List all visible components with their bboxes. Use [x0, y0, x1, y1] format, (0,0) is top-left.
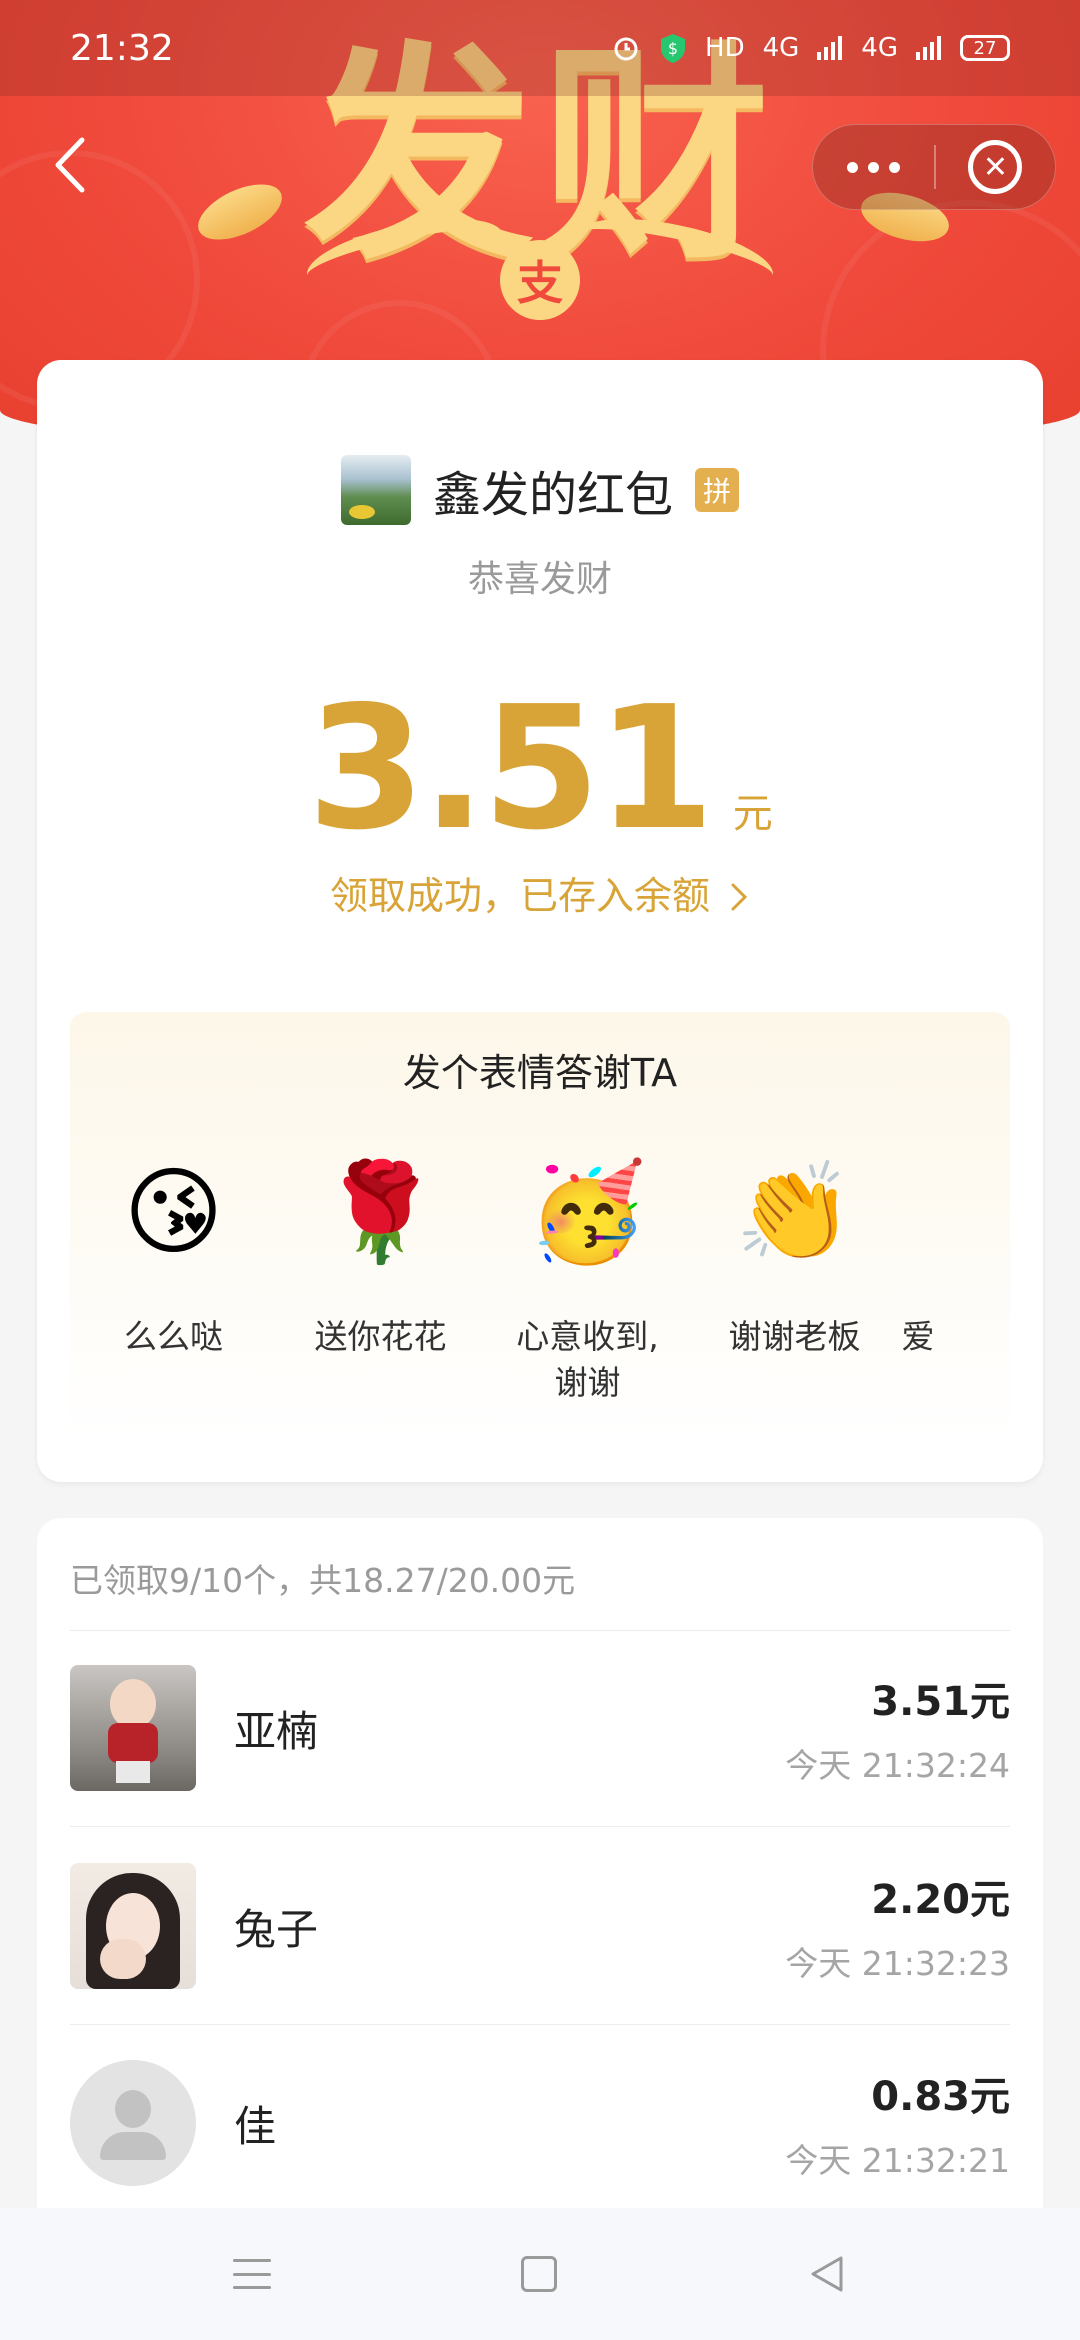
receiver-info: 3.51元 今天 21:32:24: [785, 1669, 1010, 1787]
alarm-icon: [611, 33, 641, 63]
receiver-amount: 0.83元: [871, 2074, 1010, 2120]
receiver-name: 亚楠: [234, 1706, 319, 1756]
status-icons: $ HD 4G 4G 27: [611, 32, 1010, 64]
shield-icon: $: [659, 32, 687, 64]
status-bar: 21:32 $ HD 4G 4G 27: [0, 0, 1080, 96]
status-time: 21:32: [70, 27, 174, 69]
receiver-name: 佳: [234, 2101, 277, 2151]
divider: [70, 1826, 1010, 1827]
emoji-label: 送你花花: [314, 1317, 447, 1356]
thanks-panel: 发个表情答谢TA 😘 么么哒 🌹 送你花花 🥳 心意收到, 谢谢 👏 谢谢老板 …: [70, 1012, 1010, 1442]
kiss-face-icon: 😘: [123, 1156, 224, 1268]
chevron-left-icon: [55, 137, 85, 193]
red-packet-card: 鑫发的红包 拼 恭喜发财 3.51 元 领取成功，已存入余额 发个表情答谢TA …: [37, 360, 1043, 1482]
receiver-info: 2.20元 今天 21:32:23: [785, 1867, 1010, 1985]
receiver-time: 今天 21:32:23: [785, 1944, 1010, 1983]
partial-item-icon: [898, 1152, 938, 1272]
thanks-title: 发个表情答谢TA: [402, 1051, 678, 1095]
receiver-amount: 2.20元: [871, 1877, 1010, 1923]
balance-link-label: 领取成功，已存入余额: [329, 874, 710, 918]
back-triangle-icon[interactable]: [807, 2254, 847, 2294]
party-face-icon: 🥳: [527, 1156, 648, 1268]
more-dots-icon: [847, 161, 858, 173]
rose-icon: 🌹: [320, 1156, 441, 1268]
close-icon: ✕: [968, 140, 1023, 194]
more-dot: [868, 161, 879, 173]
avatar: [70, 1863, 196, 1989]
more-dot: [889, 161, 900, 173]
alipay-logo-icon: 支: [500, 240, 580, 320]
emoji-label: 心意收到, 谢谢: [516, 1317, 659, 1402]
emoji-label: 爱: [901, 1317, 935, 1356]
close-button[interactable]: ✕: [936, 124, 1055, 210]
receivers-summary: 已领取9/10个，共18.27/20.00元: [70, 1561, 576, 1600]
signal-4g-icon-2: 4G: [861, 33, 898, 63]
signal-4g-icon: 4G: [762, 33, 800, 63]
back-button[interactable]: [40, 130, 100, 200]
receiver-time: 今天 21:32:21: [785, 2141, 1010, 2180]
emoji-item-partial[interactable]: 爱: [898, 1152, 938, 1406]
default-avatar-icon: [70, 2060, 196, 2186]
signal-bars-icon-2: [916, 36, 942, 60]
hd-label: HD: [705, 33, 745, 63]
emoji-item-rose[interactable]: 🌹 送你花花: [277, 1152, 484, 1406]
receiver-time: 今天 21:32:24: [785, 1746, 1010, 1785]
amount-row: 3.51 元: [37, 670, 1043, 868]
list-item[interactable]: 亚楠 3.51元 今天 21:32:24: [70, 1630, 1010, 1826]
signal-bars-icon: [817, 36, 843, 60]
receiver-amount: 3.51元: [871, 1679, 1010, 1725]
sender-avatar[interactable]: [340, 455, 411, 525]
emoji-item-clap[interactable]: 👏 谢谢老板: [691, 1152, 898, 1406]
sender-name: 鑫发的红包: [432, 467, 673, 523]
system-nav-bar: [0, 2208, 1080, 2340]
home-icon[interactable]: [521, 2256, 557, 2292]
emoji-item-kiss[interactable]: 😘 么么哒: [70, 1152, 277, 1406]
sender-row: 鑫发的红包 拼: [37, 455, 1043, 525]
clapping-hands-icon: 👏: [734, 1156, 855, 1268]
amount-unit: 元: [732, 791, 773, 837]
emoji-label: 谢谢老板: [728, 1317, 861, 1356]
mini-program-capsule: ✕: [812, 124, 1056, 210]
avatar: [70, 1665, 196, 1791]
receiver-name: 兔子: [234, 1904, 319, 1954]
svg-text:$: $: [668, 39, 678, 58]
emoji-item-party[interactable]: 🥳 心意收到, 谢谢: [484, 1152, 691, 1406]
battery-icon: 27: [960, 35, 1010, 61]
list-item[interactable]: 兔子 2.20元 今天 21:32:23: [70, 1828, 1010, 2024]
receiver-info: 0.83元 今天 21:32:21: [785, 2064, 1010, 2182]
emoji-list: 😘 么么哒 🌹 送你花花 🥳 心意收到, 谢谢 👏 谢谢老板 爱: [70, 1152, 1010, 1406]
received-amount: 3.51: [307, 670, 714, 868]
more-button[interactable]: [813, 124, 934, 210]
list-item[interactable]: 佳 0.83元 今天 21:32:21: [70, 2025, 1010, 2221]
greeting-text: 恭喜发财: [467, 559, 612, 600]
balance-link[interactable]: 领取成功，已存入余额: [37, 865, 1043, 920]
emoji-label: 么么哒: [124, 1317, 223, 1356]
menu-icon[interactable]: [233, 2259, 271, 2289]
group-packet-badge: 拼: [695, 468, 739, 512]
chevron-right-icon: [731, 883, 748, 911]
